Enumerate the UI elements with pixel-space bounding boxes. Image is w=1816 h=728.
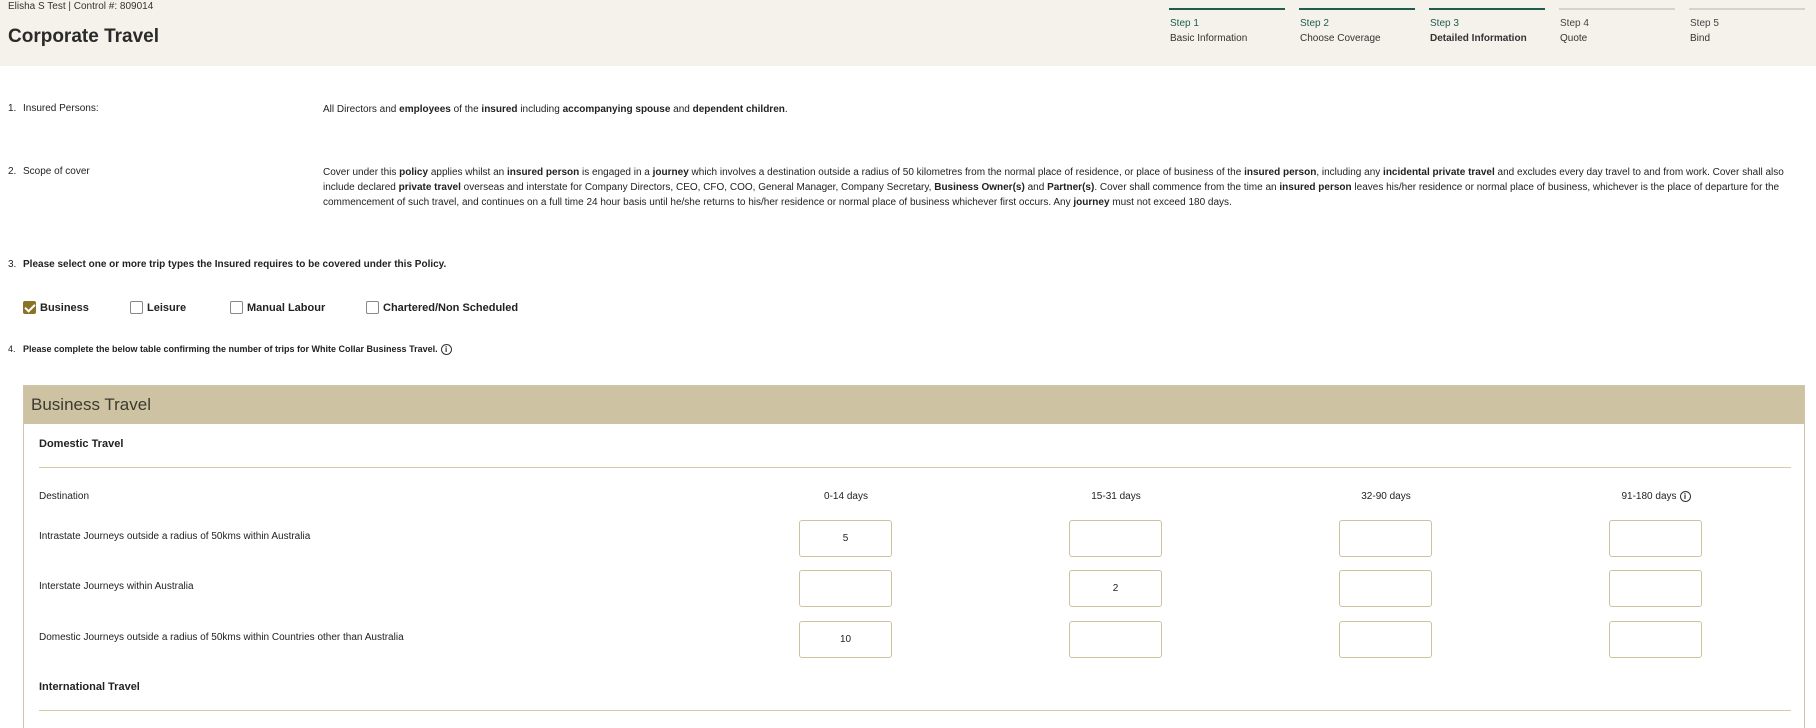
col-header-0-14: 0-14 days xyxy=(824,491,868,502)
checkbox[interactable] xyxy=(130,301,143,314)
international-travel-title: International Travel xyxy=(39,681,140,693)
panel-header: Business Travel xyxy=(24,386,1804,424)
question-4-number: 4. xyxy=(8,344,16,354)
question-4: Please complete the below table confirmi… xyxy=(23,344,452,356)
step-5[interactable]: Step 5 Bind xyxy=(1689,8,1805,48)
info-icon[interactable]: i xyxy=(1679,491,1691,502)
section-divider xyxy=(39,710,1791,711)
trip-type-label: Leisure xyxy=(147,302,187,314)
step-1[interactable]: Step 1 Basic Information xyxy=(1169,8,1285,48)
interstate-15-31-input[interactable] xyxy=(1069,570,1162,607)
row-label-intrastate: Intrastate Journeys outside a radius of … xyxy=(39,531,311,542)
page-title: Corporate Travel xyxy=(8,26,159,47)
checkbox[interactable] xyxy=(366,301,379,314)
interstate-0-14-input[interactable] xyxy=(799,570,892,607)
step-label: Detailed Information xyxy=(1430,33,1527,44)
trip-type-label: Business xyxy=(40,302,89,314)
row-label-interstate: Interstate Journeys within Australia xyxy=(39,581,194,592)
question-4-label: Please complete the below table confirmi… xyxy=(23,344,438,354)
question-1-label: Insured Persons: xyxy=(23,103,99,114)
col-header-32-90: 32-90 days xyxy=(1361,491,1411,502)
question-1-number: 1. xyxy=(8,103,17,114)
domestic-other-0-14-input[interactable] xyxy=(799,621,892,658)
question-2-label: Scope of cover xyxy=(23,166,90,177)
intrastate-0-14-input[interactable] xyxy=(799,520,892,557)
step-number: Step 1 xyxy=(1170,18,1199,29)
question-2-number: 2. xyxy=(8,166,17,177)
intrastate-32-90-input[interactable] xyxy=(1339,520,1432,557)
col-header-91-180-label: 91-180 days xyxy=(1621,491,1677,503)
section-divider xyxy=(39,467,1791,468)
step-number: Step 4 xyxy=(1560,18,1589,29)
page-header: Elisha S Test | Control #: 809014 Corpor… xyxy=(0,0,1816,66)
question-3-number: 3. xyxy=(8,259,17,270)
insured-persons-text: All Directors and employees of the insur… xyxy=(323,104,788,115)
interstate-91-180-input[interactable] xyxy=(1609,570,1702,607)
checkbox[interactable] xyxy=(230,301,243,314)
domestic-travel-title: Domestic Travel xyxy=(39,438,124,450)
step-3[interactable]: Step 3 Detailed Information xyxy=(1429,8,1545,48)
step-2[interactable]: Step 2 Choose Coverage xyxy=(1299,8,1415,48)
step-label: Quote xyxy=(1560,33,1588,44)
step-label: Choose Coverage xyxy=(1300,33,1381,44)
intrastate-91-180-input[interactable] xyxy=(1609,520,1702,557)
domestic-other-15-31-input[interactable] xyxy=(1069,621,1162,658)
step-number: Step 2 xyxy=(1300,18,1329,29)
trip-type-label: Manual Labour xyxy=(247,302,326,314)
panel-title: Business Travel xyxy=(31,395,151,414)
business-travel-panel: Business Travel Domestic Travel Destinat… xyxy=(23,385,1805,728)
step-number: Step 5 xyxy=(1690,18,1719,29)
step-label: Basic Information xyxy=(1170,33,1248,44)
col-header-91-180: 91-180 days i xyxy=(1596,491,1716,502)
info-icon[interactable]: i xyxy=(440,344,452,356)
row-label-domestic-other: Domestic Journeys outside a radius of 50… xyxy=(39,632,404,643)
domestic-other-91-180-input[interactable] xyxy=(1609,621,1702,658)
step-4[interactable]: Step 4 Quote xyxy=(1559,8,1675,48)
scope-of-cover-text: Cover under this policy applies whilst a… xyxy=(323,167,1784,208)
domestic-other-32-90-input[interactable] xyxy=(1339,621,1432,658)
intrastate-15-31-input[interactable] xyxy=(1069,520,1162,557)
step-number: Step 3 xyxy=(1430,18,1459,29)
interstate-32-90-input[interactable] xyxy=(1339,570,1432,607)
trip-type-label: Chartered/Non Scheduled xyxy=(383,302,519,314)
question-3-label: Please select one or more trip types the… xyxy=(23,259,447,270)
checkbox-checked[interactable] xyxy=(23,301,36,314)
col-header-15-31: 15-31 days xyxy=(1091,491,1141,502)
step-label: Bind xyxy=(1690,33,1711,44)
policy-meta: Elisha S Test | Control #: 809014 xyxy=(8,1,154,12)
destination-header: Destination xyxy=(39,491,90,502)
